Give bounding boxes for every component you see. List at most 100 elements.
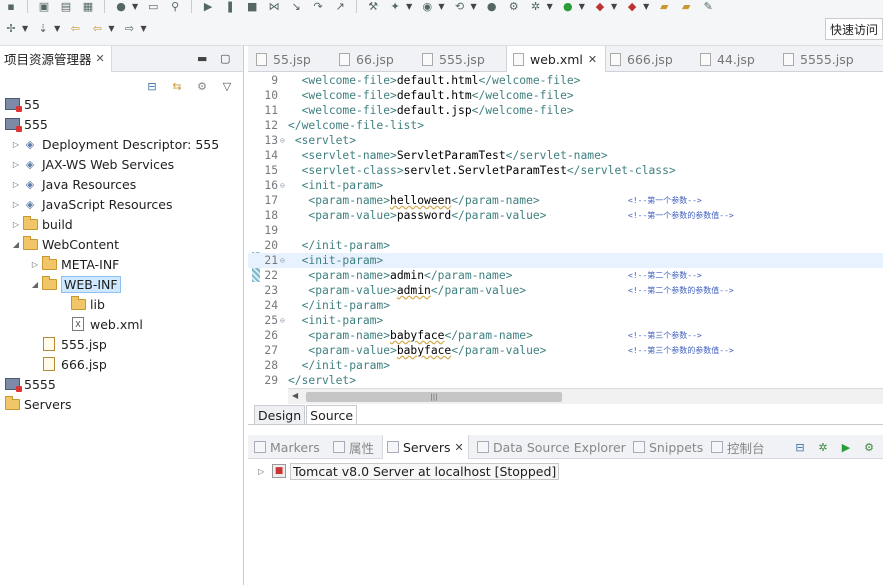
tab-source[interactable]: Source [306, 405, 358, 425]
new-icon[interactable]: ▪ [3, 0, 19, 13]
bottom-tab[interactable]: 属性 [333, 435, 374, 459]
globe-icon[interactable]: ◉ [419, 0, 435, 13]
coverage-icon[interactable]: ◆ [592, 0, 608, 13]
server-tree-item[interactable]: ▷ ■ Tomcat v8.0 Server at localhost [Sto… [258, 461, 560, 481]
tree-item[interactable]: ▷ ◈ JAX-WS Web Services [10, 154, 174, 174]
close-icon[interactable]: ✕ [588, 53, 597, 66]
editor-tab[interactable]: 555.jsp [422, 46, 485, 72]
chevron-down-icon[interactable]: ▼ [547, 2, 553, 11]
server-icon[interactable]: ▭ [145, 0, 161, 13]
xml-source-editor[interactable]: 9 <welcome-file>default.html</welcome-fi… [248, 72, 883, 388]
close-icon[interactable]: ✕ [455, 441, 464, 454]
scrollbar-thumb[interactable]: ||| [306, 392, 562, 402]
tree-item[interactable]: lib [58, 294, 105, 314]
tree-item[interactable]: ▷ ◈ JavaScript Resources [10, 194, 173, 214]
chevron-down-icon[interactable]: ▼ [140, 24, 146, 33]
bottom-tab[interactable]: Snippets [633, 435, 703, 459]
tree-item[interactable]: ◢ WebContent [10, 234, 119, 254]
tree-item[interactable]: ▷ META-INF [29, 254, 119, 274]
collapse-arrow-icon[interactable]: ◢ [29, 280, 41, 289]
fold-collapse-icon[interactable]: ⊖ [280, 253, 285, 268]
tree-item[interactable]: 5555 [4, 374, 56, 394]
resume-icon[interactable]: ▶ [200, 0, 216, 13]
pin-icon[interactable]: ✢ [3, 21, 19, 35]
hammer-icon[interactable]: ⚒ [365, 0, 381, 13]
bug-icon[interactable]: ✲ [528, 0, 544, 13]
bottom-tab[interactable]: Markers [254, 435, 320, 459]
tree-item[interactable]: 555.jsp [29, 334, 107, 354]
tree-item[interactable]: ▷ ◈ Deployment Descriptor: 555 [10, 134, 219, 154]
tree-item[interactable]: ◢ WEB-INF [29, 274, 121, 294]
bottom-tab[interactable]: Servers ✕ [382, 435, 469, 459]
run-external-icon[interactable]: ⚙ [506, 0, 522, 13]
tab-project-explorer[interactable]: 项目资源管理器 ✕ [0, 45, 112, 72]
expand-arrow-icon[interactable]: ▷ [29, 260, 41, 269]
chevron-down-icon[interactable]: ▼ [438, 2, 444, 11]
profile-server-icon[interactable]: ⚙ [861, 439, 877, 455]
tree-item[interactable]: Xweb.xml [58, 314, 143, 334]
expand-arrow-icon[interactable]: ▷ [258, 467, 272, 476]
tree-item[interactable]: ▷ ◈ Java Resources [10, 174, 136, 194]
save-all-icon[interactable]: ▤ [58, 0, 74, 13]
fold-collapse-icon[interactable]: ⊖ [280, 178, 285, 193]
chevron-down-icon[interactable]: ▼ [132, 2, 138, 11]
expand-arrow-icon[interactable]: ▷ [10, 220, 22, 229]
print-icon[interactable]: ▦ [80, 0, 96, 13]
collapse-arrow-icon[interactable]: ◢ [10, 240, 22, 249]
editor-tab[interactable]: web.xml ✕ [506, 46, 607, 72]
save-icon[interactable]: ▣ [36, 0, 52, 13]
link-with-editor-icon[interactable]: ⇆ [169, 79, 185, 93]
maximize-icon[interactable]: ▢ [220, 52, 230, 65]
terminate-icon[interactable]: ■ [244, 0, 260, 13]
fold-collapse-icon[interactable]: ⊖ [280, 133, 285, 148]
bottom-tab[interactable]: Data Source Explorer [477, 435, 626, 459]
open-folder-icon[interactable]: ▰ [656, 0, 672, 13]
back-icon[interactable]: ⇦ [89, 21, 105, 35]
chevron-down-icon[interactable]: ▼ [611, 2, 617, 11]
disconnect-icon[interactable]: ⋈ [266, 0, 282, 13]
chevron-down-icon[interactable]: ▼ [54, 24, 60, 33]
editor-tab[interactable]: 44.jsp [700, 46, 755, 72]
chevron-down-icon[interactable]: ▼ [643, 2, 649, 11]
editor-tab[interactable]: 5555.jsp [783, 46, 854, 72]
chevron-down-icon[interactable]: ▼ [470, 2, 476, 11]
expand-arrow-icon[interactable]: ▷ [10, 200, 22, 209]
expand-arrow-icon[interactable]: ▷ [10, 160, 22, 169]
last-edit-icon[interactable]: ⇦ [67, 21, 83, 35]
open-project-icon[interactable]: ▰ [678, 0, 694, 13]
step-return-icon[interactable]: ↗ [332, 0, 348, 13]
search-icon[interactable]: ⚲ [167, 0, 183, 13]
horizontal-scrollbar[interactable]: ◀ ||| [288, 388, 883, 404]
chevron-down-icon[interactable]: ▼ [406, 2, 412, 11]
step-over-icon[interactable]: ↷ [310, 0, 326, 13]
start-server-icon[interactable]: ▶ [838, 439, 854, 455]
scroll-left-icon[interactable]: ◀ [292, 391, 298, 400]
pen-icon[interactable]: ✎ [700, 0, 716, 13]
expand-arrow-icon[interactable]: ▷ [10, 180, 22, 189]
collapse-all-icon[interactable]: ⊟ [792, 439, 808, 455]
editor-tab[interactable]: 66.jsp [339, 46, 394, 72]
run-icon[interactable]: ● [560, 0, 576, 13]
suspend-icon[interactable]: ❚ [222, 0, 238, 13]
editor-tab[interactable]: 666.jsp [610, 46, 673, 72]
chevron-down-icon[interactable]: ▼ [108, 24, 114, 33]
tree-item[interactable]: 666.jsp [29, 354, 107, 374]
wizard-icon[interactable]: ✦ [387, 0, 403, 13]
debug-server-icon[interactable]: ✲ [815, 439, 831, 455]
debug-icon[interactable]: ● [113, 0, 129, 13]
view-menu-icon[interactable]: ▽ [219, 79, 235, 93]
forward-icon[interactable]: ⇨ [121, 21, 137, 35]
expand-arrow-icon[interactable]: ▷ [10, 140, 22, 149]
chevron-down-icon[interactable]: ▼ [22, 24, 28, 33]
fold-collapse-icon[interactable]: ⊖ [280, 313, 285, 328]
tree-item[interactable]: Servers [4, 394, 72, 414]
sphere-icon[interactable]: ● [484, 0, 500, 13]
external-tools-icon[interactable]: ◆ [624, 0, 640, 13]
bottom-tab[interactable]: 控制台 [711, 435, 765, 459]
collapse-all-icon[interactable]: ⊟ [144, 79, 160, 93]
tree-item[interactable]: 55 [4, 94, 40, 114]
quick-access-field[interactable]: 快速访问 [825, 18, 883, 40]
editor-tab[interactable]: 55.jsp [256, 46, 311, 72]
tree-item[interactable]: ▷ build [10, 214, 73, 234]
annotation-icon[interactable]: ⇣ [35, 21, 51, 35]
